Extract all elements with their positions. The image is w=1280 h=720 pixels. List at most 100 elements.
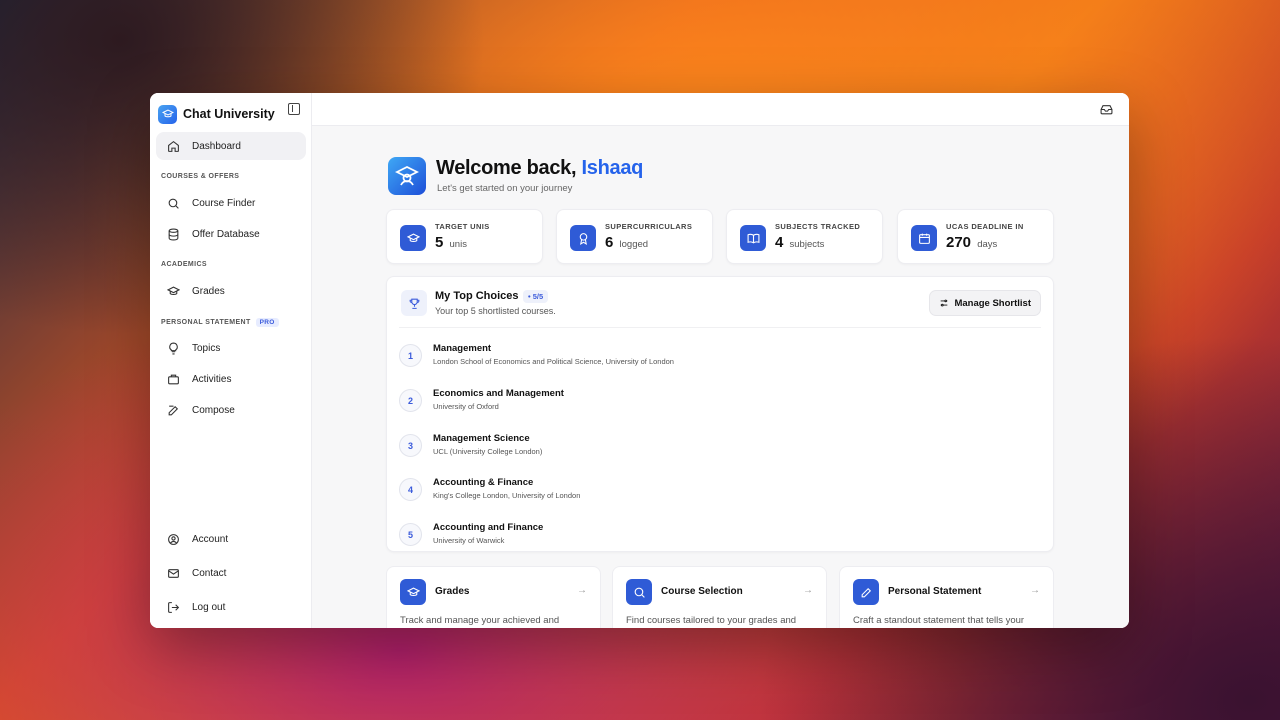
trophy-icon (401, 290, 427, 316)
choice-course: Management Science (433, 433, 530, 444)
app-window: Chat University Dashboard COURSES & OFFE… (150, 93, 1129, 628)
arrow-right-icon: → (1030, 585, 1040, 596)
sidebar-item-account[interactable]: Account (156, 525, 306, 553)
section-label-text: PERSONAL STATEMENT (161, 319, 251, 326)
sidebar-item-compose[interactable]: Compose (156, 396, 306, 424)
choice-university: University of Warwick (433, 536, 505, 545)
stat-card-target-unis: TARGET UNIS 5 unis (386, 209, 543, 264)
sidebar-item-label: Contact (192, 567, 227, 579)
stat-value: 6 logged (605, 234, 648, 251)
home-icon (166, 139, 180, 153)
graduation-cap-icon (400, 225, 426, 251)
choice-course: Management (433, 343, 492, 354)
database-icon (166, 227, 180, 241)
choice-row[interactable]: 5 Accounting and Finance University of W… (399, 518, 1041, 558)
stat-card-ucas-deadline: UCAS DEADLINE IN 270 days (897, 209, 1054, 264)
sidebar-item-offer-database[interactable]: Offer Database (156, 220, 306, 248)
sidebar-item-label: Offer Database (192, 228, 260, 240)
shortlist-count-badge: • 5/5 (523, 290, 549, 303)
stat-number: 5 (435, 234, 444, 251)
choice-university: King's College London, University of Lon… (433, 491, 581, 500)
sidebar-item-activities[interactable]: Activities (156, 365, 306, 393)
manage-shortlist-button[interactable]: Manage Shortlist (929, 290, 1041, 316)
choice-rank: 4 (399, 478, 422, 501)
top-bar (312, 93, 1129, 126)
stat-unit: days (977, 239, 998, 250)
brand-name: Chat University (183, 107, 275, 121)
sidebar-item-label: Topics (192, 342, 221, 354)
choice-row[interactable]: 4 Accounting & Finance King's College Lo… (399, 473, 1041, 513)
feature-card-grades[interactable]: Grades → Track and manage your achieved … (386, 566, 601, 628)
sidebar-item-label: Compose (192, 404, 235, 416)
choice-university: University of Oxford (433, 402, 499, 411)
lightbulb-icon (166, 341, 180, 355)
feature-card-course-selection[interactable]: Course Selection → Find courses tailored… (612, 566, 827, 628)
choice-rank: 2 (399, 389, 422, 412)
sidebar: Chat University Dashboard COURSES & OFFE… (150, 93, 312, 628)
graduation-cap-icon (400, 579, 426, 605)
stat-unit: subjects (789, 239, 825, 250)
edit-icon (166, 403, 180, 417)
choice-row[interactable]: 2 Economics and Management University of… (399, 384, 1041, 424)
stat-unit: logged (619, 239, 649, 250)
stat-card-subjects: SUBJECTS TRACKED 4 subjects (726, 209, 883, 264)
choice-university: London School of Economics and Political… (433, 357, 674, 366)
award-icon (570, 225, 596, 251)
search-icon (166, 196, 180, 210)
section-label-academics: ACADEMICS (161, 261, 207, 268)
user-circle-icon (166, 532, 180, 546)
card-description: Track and manage your achieved and (400, 615, 560, 626)
stat-unit: unis (449, 239, 467, 250)
stat-number: 4 (775, 234, 784, 251)
card-description: Find courses tailored to your grades and (626, 615, 797, 626)
stat-value: 270 days (946, 234, 997, 251)
choice-course: Accounting & Finance (433, 477, 534, 488)
choice-row[interactable]: 1 Management London School of Economics … (399, 339, 1041, 379)
mail-icon (166, 566, 180, 580)
sliders-icon (941, 299, 948, 307)
inbox-icon[interactable] (1100, 103, 1113, 116)
sidebar-item-logout[interactable]: Log out (156, 593, 306, 621)
sidebar-item-label: Account (192, 533, 229, 545)
calendar-icon (911, 225, 937, 251)
briefcase-icon (166, 372, 180, 386)
choice-course: Accounting and Finance (433, 522, 544, 533)
graduation-cap-icon (166, 284, 180, 298)
brand-logo-icon (158, 104, 177, 124)
choice-rank: 3 (399, 434, 422, 457)
card-title: Grades (435, 586, 470, 597)
divider (399, 327, 1041, 328)
sidebar-item-label: Grades (192, 285, 225, 297)
sidebar-item-topics[interactable]: Topics (156, 334, 306, 362)
choice-course: Economics and Management (433, 388, 564, 399)
stat-value: 4 subjects (775, 234, 824, 251)
user-name: Ishaaq (581, 157, 644, 179)
stat-label: UCAS DEADLINE IN (946, 222, 1024, 231)
choice-rank: 5 (399, 523, 422, 546)
stat-number: 270 (946, 234, 972, 251)
logout-icon (166, 600, 180, 614)
card-title: Personal Statement (888, 586, 982, 597)
choice-row[interactable]: 3 Management Science UCL (University Col… (399, 429, 1041, 469)
stat-number: 6 (605, 234, 614, 251)
stat-label: SUPERCURRICULARS (605, 222, 693, 231)
sidebar-item-label: Dashboard (192, 140, 241, 152)
main-content: Welcome back, Ishaaq Let's get started o… (312, 93, 1129, 628)
manage-shortlist-label: Manage Shortlist (954, 297, 1031, 309)
welcome-prefix: Welcome back, (436, 157, 577, 179)
feature-card-personal-statement[interactable]: Personal Statement → Craft a standout st… (839, 566, 1054, 628)
sidebar-item-dashboard[interactable]: Dashboard (156, 132, 306, 160)
pro-badge: PRO (255, 318, 279, 327)
search-icon (626, 579, 652, 605)
stat-value: 5 unis (435, 234, 467, 251)
card-description: Craft a standout statement that tells yo… (853, 615, 1025, 626)
sidebar-item-contact[interactable]: Contact (156, 559, 306, 587)
card-title: Course Selection (661, 586, 743, 597)
stat-label: SUBJECTS TRACKED (775, 222, 861, 231)
sidebar-collapse-icon[interactable] (288, 103, 300, 115)
sidebar-item-label: Course Finder (192, 197, 256, 209)
sidebar-item-course-finder[interactable]: Course Finder (156, 189, 306, 217)
stat-card-supercurriculars: SUPERCURRICULARS 6 logged (556, 209, 713, 264)
welcome-logo-icon (388, 157, 426, 195)
sidebar-item-grades[interactable]: Grades (156, 277, 306, 305)
